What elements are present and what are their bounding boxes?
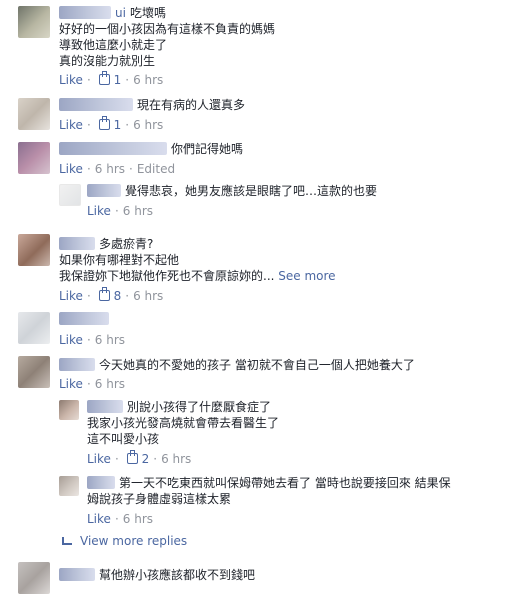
see-more-link[interactable]: See more [278, 269, 335, 283]
commenter-name-blurred[interactable] [59, 312, 109, 325]
commenter-name-blurred[interactable] [87, 400, 123, 413]
timestamp[interactable]: 6 hrs [133, 73, 163, 87]
thumbs-up-icon[interactable] [98, 71, 110, 85]
commenter-name-blurred[interactable] [59, 568, 95, 581]
comment-body: 幫他辦小孩應該都收不到錢吧 [59, 567, 255, 583]
comment-actions: Like · 6 hrs · Edited [59, 162, 176, 176]
view-more-replies[interactable]: View more replies [62, 533, 187, 549]
comment-actions: Like · 6 hrs [59, 333, 126, 347]
comment-actions: Like · 8 · 6 hrs [59, 287, 164, 303]
reply-actions: Like · 6 hrs [87, 204, 154, 218]
comment-body: 你們記得她嗎 [59, 141, 243, 157]
timestamp[interactable]: 6 hrs [123, 512, 153, 526]
commenter-name-suffix[interactable]: ui [115, 6, 126, 20]
like-count[interactable]: 8 [114, 289, 122, 303]
timestamp[interactable]: 6 hrs [95, 377, 125, 391]
avatar[interactable] [18, 562, 50, 594]
like-link[interactable]: Like [87, 512, 111, 526]
timestamp[interactable]: 6 hrs [133, 289, 163, 303]
avatar[interactable] [18, 356, 50, 388]
reply-actions: Like · 6 hrs [87, 512, 154, 526]
commenter-name-blurred[interactable] [59, 142, 167, 155]
comment-line: 我保證妳下地獄他作死也不會原諒妳的... See more [59, 269, 336, 283]
avatar[interactable] [59, 476, 79, 496]
reply-body: 第一天不吃東西就叫保姆帶她去看了 當時也說要接回來 結果保 [87, 475, 451, 491]
commenter-name-blurred[interactable] [87, 476, 115, 489]
edited-label[interactable]: Edited [137, 162, 175, 176]
reply-line: 我家小孩光發高燒就會帶去看醫生了 [87, 416, 280, 430]
commenter-name-blurred[interactable] [59, 358, 95, 371]
comment-actions: Like · 6 hrs [59, 377, 126, 391]
thumbs-up-icon[interactable] [98, 116, 110, 130]
comment-body: 現在有病的人還真多 [59, 97, 245, 113]
like-link[interactable]: Like [59, 118, 83, 132]
reply-arrow-icon [62, 537, 72, 545]
timestamp[interactable]: 6 hrs [161, 452, 191, 466]
like-count[interactable]: 1 [114, 73, 122, 87]
reply-line: 姆說孩子身體虛弱這樣太累 [87, 492, 232, 506]
commenter-name-blurred[interactable] [59, 237, 95, 250]
thumbs-up-icon[interactable] [126, 450, 138, 464]
like-link[interactable]: Like [59, 289, 83, 303]
commenter-name-blurred[interactable] [59, 6, 111, 19]
comment-line: 好好的一個小孩因為有這樣不負責的媽媽 [59, 22, 276, 36]
avatar[interactable] [18, 234, 50, 266]
like-link[interactable]: Like [59, 377, 83, 391]
comment-line: 導致他這麼小就走了 [59, 38, 168, 52]
timestamp[interactable]: 6 hrs [95, 333, 125, 347]
like-link[interactable]: Like [87, 452, 111, 466]
thumbs-up-icon[interactable] [98, 287, 110, 301]
comment-body [59, 311, 113, 327]
avatar[interactable] [18, 98, 50, 130]
avatar[interactable] [59, 184, 81, 206]
comment-body: 今天她真的不愛她的孩子 當初就不會自己一個人把她養大了 [59, 357, 415, 373]
comment-line: 如果你有哪裡對不起他 [59, 253, 180, 267]
commenter-name-blurred[interactable] [59, 98, 133, 111]
like-link[interactable]: Like [87, 204, 111, 218]
comment-actions: Like · 1 · 6 hrs [59, 71, 164, 87]
reply-line: 這不叫愛小孩 [87, 432, 160, 446]
avatar[interactable] [59, 400, 79, 420]
like-link[interactable]: Like [59, 73, 83, 87]
like-count[interactable]: 2 [142, 452, 150, 466]
like-link[interactable]: Like [59, 162, 83, 176]
commenter-name-blurred[interactable] [87, 184, 121, 197]
avatar[interactable] [18, 6, 50, 38]
reply-body: 別說小孩得了什麼厭食症了 [87, 399, 271, 415]
reply-body: 覺得悲哀，她男友應該是眼瞎了吧…這款的也要 [87, 183, 377, 199]
timestamp[interactable]: 6 hrs [123, 204, 153, 218]
timestamp[interactable]: 6 hrs [133, 118, 163, 132]
comment-actions: Like · 1 · 6 hrs [59, 116, 164, 132]
like-link[interactable]: Like [59, 333, 83, 347]
comment-body: 多處瘀青? [59, 236, 153, 252]
comment-line: 真的沒能力就別生 [59, 54, 156, 68]
avatar[interactable] [18, 312, 50, 344]
comment-body: ui 吃壞嗎 [59, 5, 166, 21]
reply-actions: Like · 2 · 6 hrs [87, 450, 192, 466]
like-count[interactable]: 1 [114, 118, 122, 132]
timestamp[interactable]: 6 hrs [95, 162, 125, 176]
avatar[interactable] [18, 142, 50, 174]
